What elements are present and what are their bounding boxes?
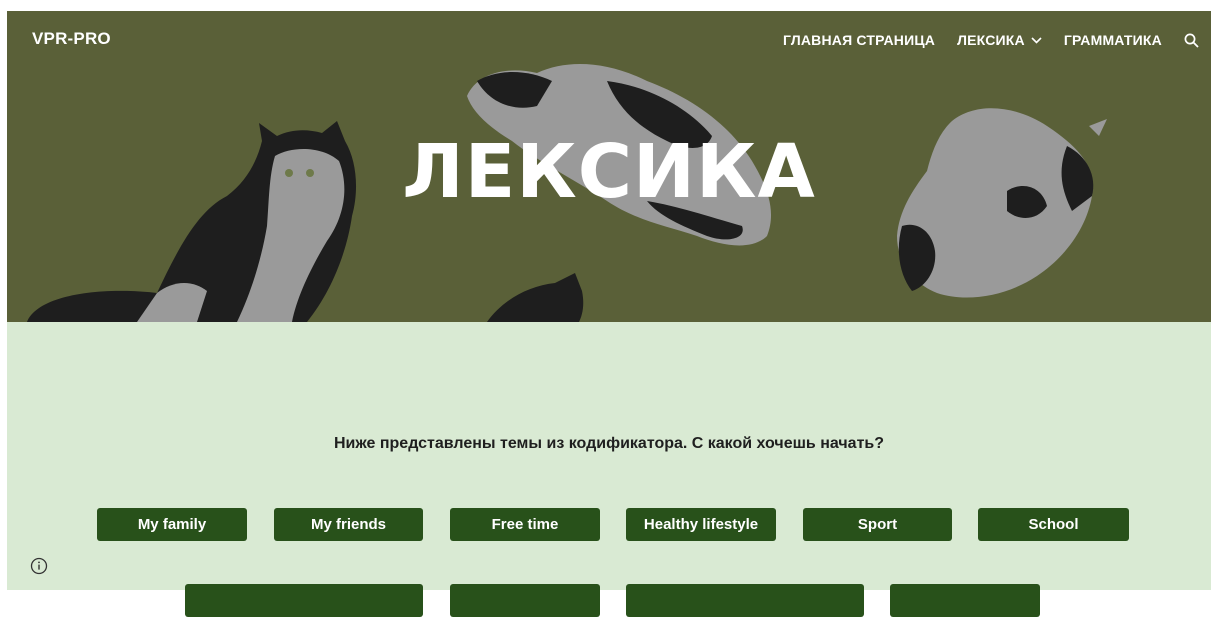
search-icon[interactable]: [1184, 33, 1199, 48]
topic-button-school[interactable]: School: [978, 508, 1129, 541]
topic-button-healthy-lifestyle[interactable]: Healthy lifestyle: [626, 508, 776, 541]
intro-text: Ниже представлены темы из кодификатора. …: [333, 435, 885, 452]
topic-button-row2-1[interactable]: [185, 584, 423, 617]
bottom-cat-illustration: [487, 273, 584, 322]
topic-button-sport[interactable]: Sport: [803, 508, 952, 541]
topic-button-my-family[interactable]: My family: [97, 508, 247, 541]
nav-item-label: ГЛАВНАЯ СТРАНИЦА: [783, 32, 936, 48]
page-title: ЛЕКСИКА: [402, 129, 816, 215]
nav-item-label: ЛЕКСИКА: [957, 32, 1025, 48]
topic-button-row2-2[interactable]: [450, 584, 600, 617]
top-navigation: ГЛАВНАЯ СТРАНИЦА ЛЕКСИКА ГРАММАТИКА: [761, 29, 1211, 51]
info-icon[interactable]: [30, 557, 48, 575]
nav-item-grammar[interactable]: ГРАММАТИКА: [1064, 32, 1162, 48]
topics-section: Ниже представлены темы из кодификатора. …: [7, 322, 1211, 617]
nav-item-lexicon[interactable]: ЛЕКСИКА: [957, 32, 1042, 48]
topic-button-row2-4[interactable]: [890, 584, 1040, 617]
chevron-down-icon[interactable]: [1031, 36, 1042, 44]
nav-item-home[interactable]: ГЛАВНАЯ СТРАНИЦА: [783, 32, 935, 48]
nav-item-label: ГРАММАТИКА: [1063, 32, 1162, 48]
topic-button-free-time[interactable]: Free time: [450, 508, 600, 541]
topic-button-row2-3[interactable]: [626, 584, 864, 617]
topic-button-my-friends[interactable]: My friends: [274, 508, 423, 541]
hero-banner: VPR-PRO ГЛАВНАЯ СТРАНИЦА ЛЕКСИКА ГРАММАТ…: [7, 11, 1211, 322]
site-brand[interactable]: VPR-PRO: [32, 29, 111, 49]
